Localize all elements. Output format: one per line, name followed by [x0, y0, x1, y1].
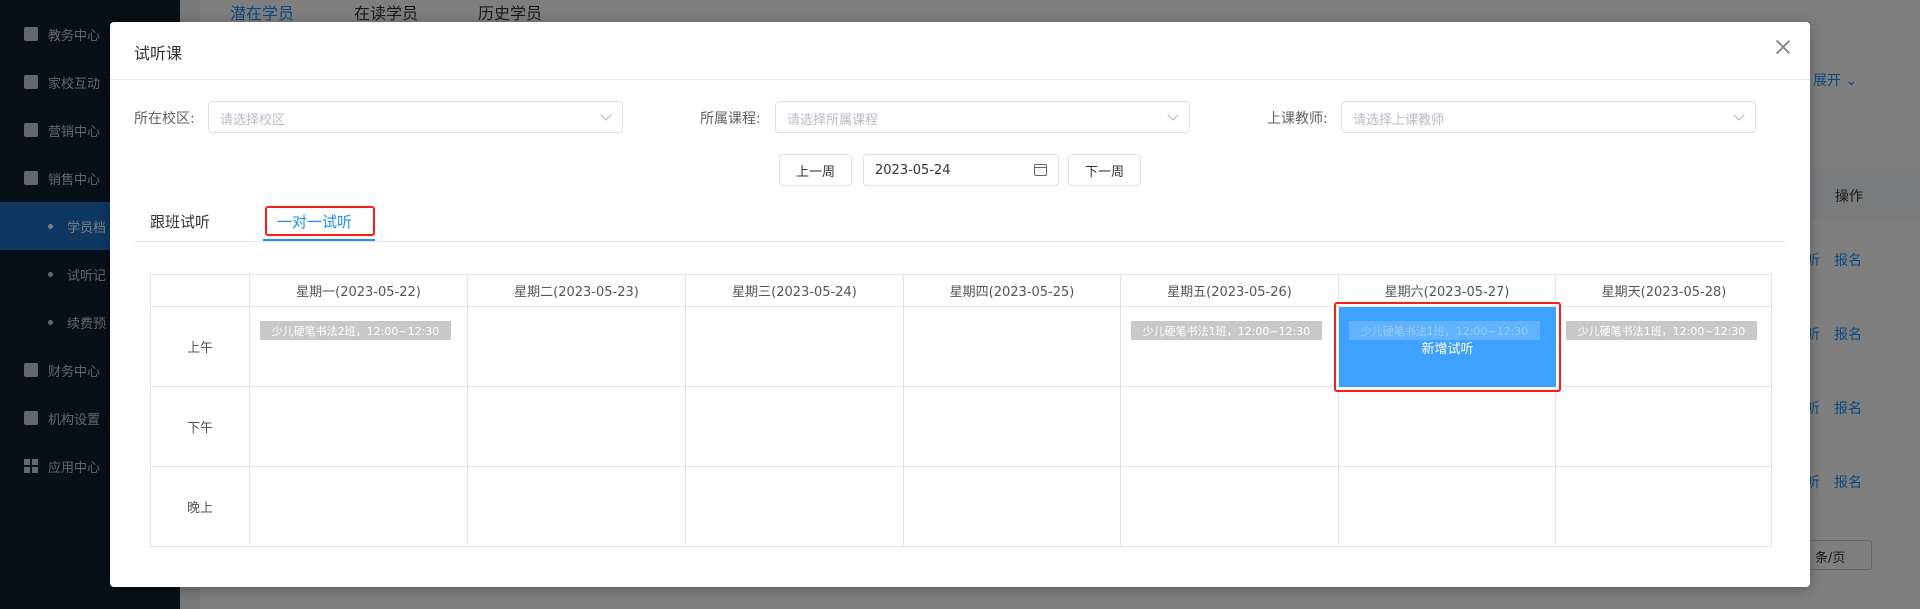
day-header: 星期一(2023-05-22)	[250, 275, 468, 307]
prev-week-button[interactable]: 上一周	[779, 154, 852, 186]
slot-cell[interactable]	[250, 467, 468, 546]
campus-label: 所在校区:	[134, 111, 195, 127]
teacher-placeholder: 请选择上课教师	[1353, 113, 1445, 128]
teacher-label: 上课教师:	[1267, 111, 1328, 127]
lesson-tag[interactable]: 少儿硬笔书法1班，12:00~12:30	[1131, 321, 1322, 340]
slot-cell[interactable]	[904, 467, 1121, 546]
campus-placeholder: 请选择校区	[220, 113, 286, 128]
slot-cell[interactable]	[1121, 387, 1339, 467]
lesson-tag[interactable]: 少儿硬笔书法1班，12:00~12:30	[1566, 321, 1757, 340]
dialog-title: 试听课	[134, 44, 183, 63]
day-header: 星期天(2023-05-28)	[1556, 275, 1772, 307]
period-evening: 晚上	[151, 467, 250, 546]
corner-cell	[151, 275, 250, 307]
course-placeholder: 请选择所属课程	[787, 113, 879, 128]
day-header: 星期四(2023-05-25)	[904, 275, 1121, 307]
chevron-down-icon	[600, 109, 612, 121]
trial-lesson-dialog: 试听课 所在校区: 请选择校区 所属课程: 请选择所属课程 上课教师: 请选择上…	[110, 22, 1810, 587]
slot-cell[interactable]	[468, 467, 686, 546]
period-morning: 上午	[151, 307, 250, 387]
slot-cell[interactable]	[1121, 467, 1339, 546]
slot-cell[interactable]	[686, 307, 904, 387]
day-header: 星期五(2023-05-26)	[1121, 275, 1339, 307]
divider	[110, 79, 1810, 80]
slot-cell[interactable]	[904, 307, 1121, 387]
tabs-underline	[134, 241, 1786, 242]
tab-class-trial[interactable]: 跟班试听	[150, 211, 210, 232]
slot-cell[interactable]	[1556, 387, 1772, 467]
new-trial-button[interactable]: 少儿硬笔书法1班，12:00~12:30 新增试听	[1339, 307, 1556, 387]
day-header: 星期二(2023-05-23)	[468, 275, 686, 307]
close-icon[interactable]	[1774, 38, 1792, 56]
slot-cell[interactable]	[1339, 387, 1556, 467]
new-trial-label: 新增试听	[1421, 341, 1474, 357]
slot-cell[interactable]	[1556, 467, 1772, 546]
slot-cell[interactable]: 少儿硬笔书法1班，12:00~12:30	[1121, 307, 1339, 387]
slot-cell[interactable]	[686, 387, 904, 467]
schedule-grid: 星期一(2023-05-22) 星期二(2023-05-23) 星期三(2023…	[150, 274, 1772, 547]
chevron-down-icon	[1167, 109, 1179, 121]
next-week-button[interactable]: 下一周	[1068, 154, 1141, 186]
slot-cell[interactable]	[904, 387, 1121, 467]
slot-cell[interactable]: 少儿硬笔书法1班，12:00~12:30	[1556, 307, 1772, 387]
slot-cell[interactable]	[686, 467, 904, 546]
teacher-select[interactable]: 请选择上课教师	[1341, 101, 1756, 133]
course-select[interactable]: 请选择所属课程	[775, 101, 1190, 133]
lesson-tag[interactable]: 少儿硬笔书法2班，12:00~12:30	[260, 321, 451, 340]
chevron-down-icon	[1733, 109, 1745, 121]
slot-cell[interactable]	[468, 307, 686, 387]
campus-select[interactable]: 请选择校区	[208, 101, 623, 133]
active-tab-indicator	[263, 239, 375, 241]
date-picker[interactable]: 2023-05-24	[863, 154, 1059, 186]
calendar-icon	[1034, 164, 1047, 176]
slot-cell[interactable]	[1339, 467, 1556, 546]
slot-cell[interactable]	[250, 387, 468, 467]
day-header: 星期三(2023-05-24)	[686, 275, 904, 307]
period-afternoon: 下午	[151, 387, 250, 467]
slot-cell[interactable]	[468, 387, 686, 467]
day-header: 星期六(2023-05-27)	[1339, 275, 1556, 307]
highlight-box	[265, 206, 375, 236]
date-value: 2023-05-24	[875, 163, 951, 178]
slot-cell[interactable]: 少儿硬笔书法2班，12:00~12:30	[250, 307, 468, 387]
course-label: 所属课程:	[700, 111, 761, 127]
